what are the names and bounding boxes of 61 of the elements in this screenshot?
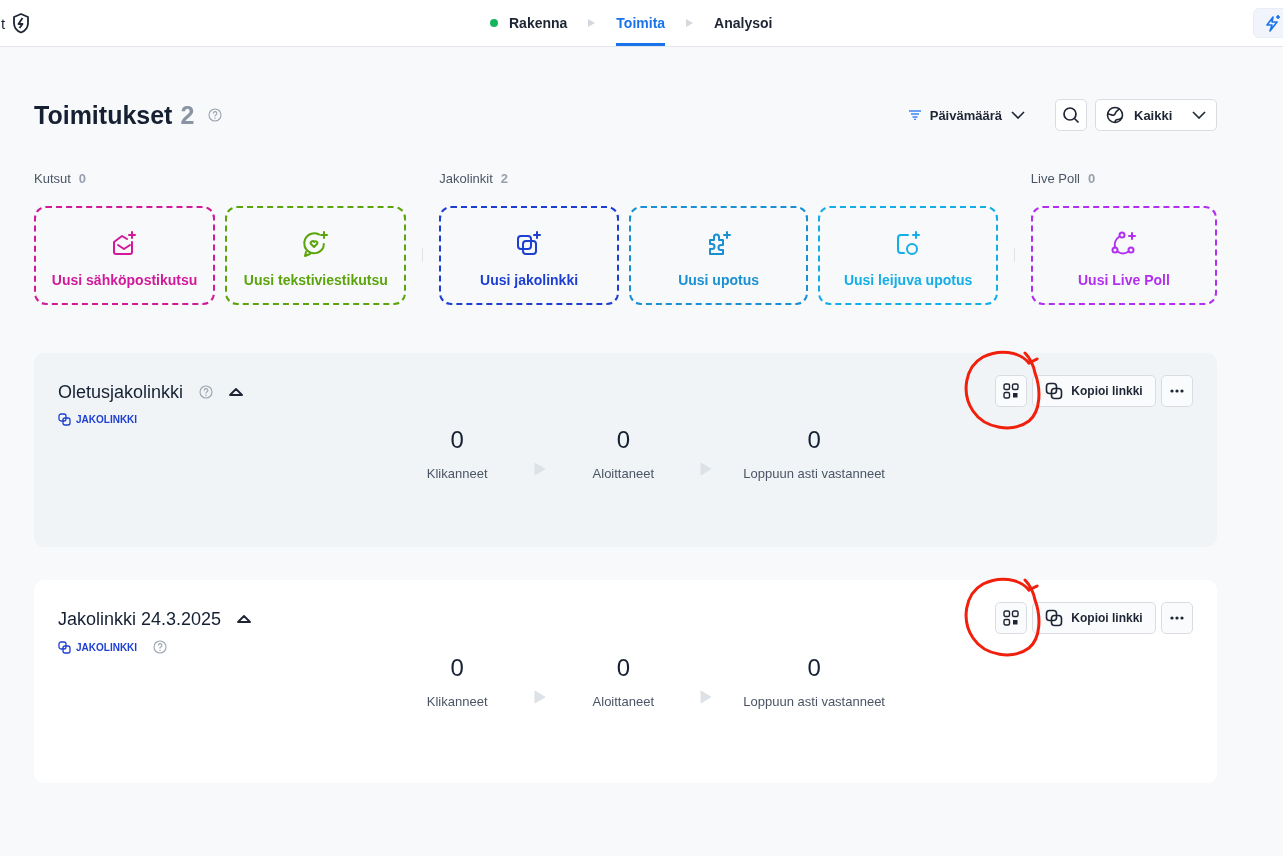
type-tag: JAKOLINKKI bbox=[76, 641, 138, 653]
create-tile[interactable]: Uusi Live Poll bbox=[1030, 206, 1217, 305]
step-arrow-icon bbox=[685, 18, 695, 28]
stat-label: Aloittaneet bbox=[592, 694, 654, 709]
caret-up-icon[interactable] bbox=[237, 615, 252, 623]
sparkle-bolt-icon bbox=[1264, 14, 1282, 32]
group-label: Live Poll bbox=[1030, 171, 1080, 186]
stat-label: Loppuun asti vastanneet bbox=[743, 694, 885, 709]
group-count: 2 bbox=[500, 171, 509, 186]
qr-code-button[interactable] bbox=[995, 602, 1027, 634]
type-tag: JAKOLINKKI bbox=[76, 414, 138, 425]
caret-up-icon[interactable] bbox=[229, 388, 244, 396]
stat-value: 0 bbox=[616, 654, 630, 682]
step-tab[interactable]: Toimita bbox=[616, 0, 666, 46]
chevron-down-icon bbox=[1192, 111, 1206, 119]
stat-label: Klikanneet bbox=[426, 694, 488, 709]
page-title: Toimitukset bbox=[34, 100, 173, 130]
create-tile[interactable]: Uusi sähköpostikutsu bbox=[34, 206, 216, 305]
create-tile[interactable]: Uusi jakolinkki bbox=[439, 206, 619, 305]
globe-icon bbox=[1106, 106, 1124, 124]
link-icon bbox=[1045, 609, 1064, 627]
group-label: Kutsut bbox=[34, 171, 71, 186]
stat-label: Loppuun asti vastanneet bbox=[743, 466, 885, 481]
more-icon bbox=[1170, 616, 1184, 620]
stat-label: Klikanneet bbox=[426, 466, 488, 481]
link-icon bbox=[58, 413, 71, 426]
copy-link-button[interactable]: Kopioi linkki bbox=[1032, 375, 1156, 407]
ai-button[interactable] bbox=[1253, 8, 1283, 38]
step-tab[interactable]: Rakenna bbox=[490, 0, 568, 46]
stat-value: 0 bbox=[450, 426, 464, 454]
title-count: 2 bbox=[180, 100, 195, 130]
search-icon bbox=[1062, 106, 1080, 124]
chat-heart-icon bbox=[300, 229, 331, 258]
shield-bolt-icon[interactable] bbox=[11, 12, 32, 34]
stat-value: 0 bbox=[616, 426, 630, 454]
truncated-label: t bbox=[1, 14, 6, 32]
stat-value: 0 bbox=[807, 654, 821, 682]
sort-dropdown[interactable]: Päivämäärä bbox=[902, 106, 1031, 124]
step-tab[interactable]: Analysoi bbox=[714, 0, 773, 46]
chevron-down-icon bbox=[1011, 111, 1025, 119]
stat-value: 0 bbox=[450, 654, 464, 682]
search-button[interactable] bbox=[1055, 99, 1087, 131]
link-icon bbox=[58, 640, 71, 654]
copy-link-button[interactable]: Kopioi linkki bbox=[1032, 602, 1156, 634]
filter-dropdown[interactable]: Kaikki bbox=[1095, 99, 1217, 131]
link-icon bbox=[1045, 382, 1064, 400]
step-arrow-icon bbox=[587, 18, 597, 28]
qr-code-button[interactable] bbox=[995, 375, 1027, 407]
more-icon bbox=[1170, 389, 1184, 393]
group-count: 0 bbox=[78, 171, 87, 186]
qr-code-icon bbox=[1003, 383, 1019, 399]
card-title: Oletusjakolinkki bbox=[58, 381, 184, 403]
group-label: Jakolinkit bbox=[439, 171, 493, 186]
group-count: 0 bbox=[1087, 171, 1096, 186]
qr-code-icon bbox=[1003, 610, 1019, 626]
card-title: Jakolinkki 24.3.2025 bbox=[58, 608, 222, 630]
stat-value: 0 bbox=[807, 426, 821, 454]
step-arrow-icon bbox=[700, 689, 713, 704]
step-arrow-icon bbox=[534, 689, 547, 704]
stat-label: Aloittaneet bbox=[592, 466, 654, 481]
filter-lines-icon bbox=[908, 110, 921, 120]
